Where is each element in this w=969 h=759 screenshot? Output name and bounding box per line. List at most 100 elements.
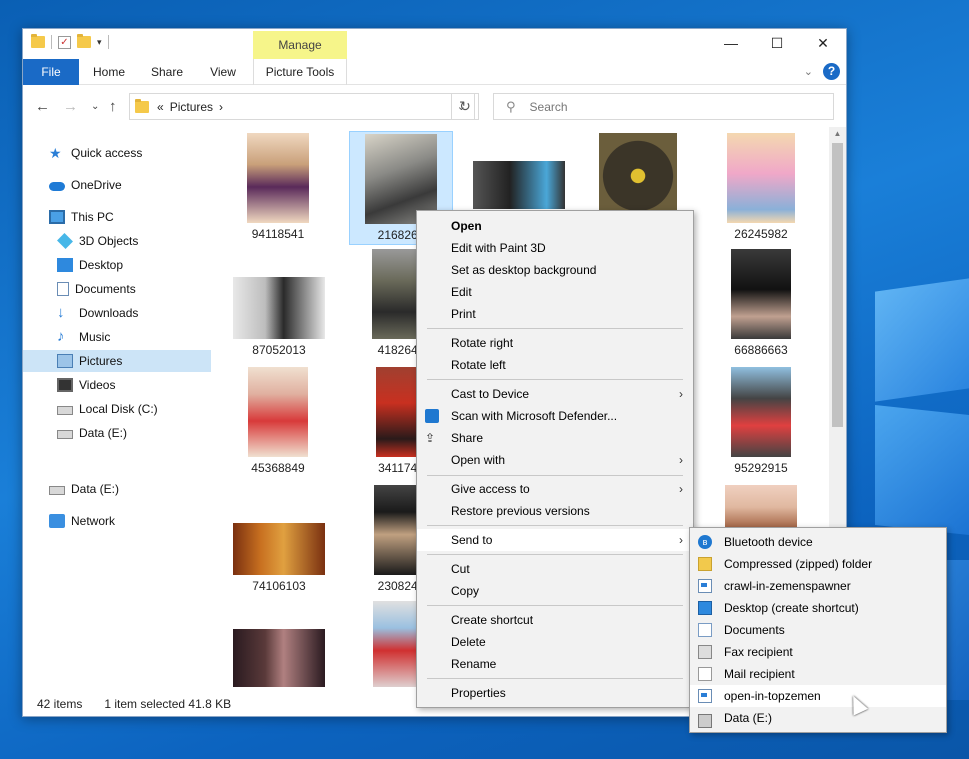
menu-item-properties[interactable]: Properties (417, 682, 693, 704)
address-bar[interactable]: « Pictures › ⌄ (129, 93, 475, 120)
file-name: 66886663 (734, 343, 788, 357)
sidebar-item-videos[interactable]: Videos (23, 374, 211, 396)
sidebar-item-data-e[interactable]: Data (E:) (23, 422, 211, 444)
file-item[interactable] (725, 485, 797, 533)
file-thumbnail (233, 277, 325, 339)
sidebar-item-3d-objects[interactable]: 3D Objects (23, 230, 211, 252)
menu-item-label: Fax recipient (724, 645, 793, 659)
breadcrumb-overflow[interactable]: « (157, 100, 164, 114)
back-arrow-icon[interactable]: ← (35, 98, 50, 115)
file-item[interactable]: 45368849 (245, 367, 311, 475)
file-item[interactable]: 26245982 (725, 133, 797, 241)
title-bar: ✓ ▾ Manage — ☐ ✕ (23, 29, 846, 59)
close-button[interactable]: ✕ (800, 29, 846, 57)
menu-item-cast-to-device[interactable]: Cast to Device › (417, 383, 693, 405)
sidebar-item-documents[interactable]: Documents (23, 278, 211, 300)
customize-toolbar-dropdown-icon[interactable]: ▾ (97, 37, 102, 48)
sidebar-item-data-e-root[interactable]: Data (E:) (23, 478, 211, 500)
menu-item-share[interactable]: ⇪ Share (417, 427, 693, 449)
help-icon[interactable]: ? (823, 63, 840, 80)
menu-item-restore-versions[interactable]: Restore previous versions (417, 500, 693, 522)
desktop-wallpaper-pane (875, 278, 969, 402)
menu-item-rotate-left[interactable]: Rotate left (417, 354, 693, 376)
send-to-mail[interactable]: Mail recipient (690, 663, 946, 685)
menu-item-label: Desktop (create shortcut) (724, 601, 859, 615)
minimize-button[interactable]: — (708, 29, 754, 57)
file-thumbnail (731, 249, 791, 339)
cube-icon (57, 233, 73, 249)
sidebar-item-downloads[interactable]: ↓ Downloads (23, 302, 211, 324)
breadcrumb-separator[interactable]: › (219, 100, 223, 114)
file-item[interactable] (599, 133, 677, 215)
menu-item-edit[interactable]: Edit (417, 281, 693, 303)
menu-item-send-to[interactable]: Send to › (417, 529, 693, 551)
sidebar-item-music[interactable]: ♪ Music (23, 326, 211, 348)
menu-item-give-access[interactable]: Give access to › (417, 478, 693, 500)
file-name: 74106103 (252, 579, 306, 593)
drive-icon (49, 486, 65, 495)
breadcrumb-pictures[interactable]: Pictures (170, 100, 213, 114)
file-item[interactable]: 74106103 (233, 523, 325, 593)
ribbon-right-controls: ⌄ ? (804, 63, 840, 80)
send-to-zip[interactable]: Compressed (zipped) folder (690, 553, 946, 575)
sidebar-item-desktop[interactable]: Desktop (23, 254, 211, 276)
sidebar-item-onedrive[interactable]: OneDrive (23, 174, 211, 196)
search-input[interactable]: ⚲ Search (493, 93, 834, 120)
file-item[interactable]: 66886663 (725, 249, 797, 357)
file-item[interactable]: 94118541 (245, 133, 311, 241)
scroll-up-icon[interactable]: ▲ (829, 129, 846, 138)
search-placeholder: Search (529, 99, 568, 114)
tab-home[interactable]: Home (85, 59, 133, 85)
sidebar-item-pictures[interactable]: Pictures (23, 350, 211, 372)
menu-item-scan-defender[interactable]: Scan with Microsoft Defender... (417, 405, 693, 427)
send-to-data-e[interactable]: Data (E:) (690, 707, 946, 729)
folder-icon (135, 98, 149, 113)
send-to-desktop[interactable]: Desktop (create shortcut) (690, 597, 946, 619)
file-thumbnail (233, 523, 325, 575)
sidebar-item-quick-access[interactable]: ★ Quick access (23, 142, 211, 164)
scrollbar-thumb[interactable] (832, 143, 843, 427)
file-item[interactable]: 87052013 (233, 277, 325, 357)
recent-locations-chevron-icon[interactable]: ⌄ (91, 101, 99, 112)
forward-arrow-icon[interactable]: → (63, 98, 78, 115)
app-shortcut-icon (698, 579, 712, 593)
file-thumbnail (248, 367, 308, 457)
send-to-bluetooth[interactable]: ʙ Bluetooth device (690, 531, 946, 553)
toolbar-separator (107, 35, 109, 49)
menu-item-set-desktop-background[interactable]: Set as desktop background (417, 259, 693, 281)
menu-item-create-shortcut[interactable]: Create shortcut (417, 609, 693, 631)
menu-item-edit-paint-3d[interactable]: Edit with Paint 3D (417, 237, 693, 259)
menu-item-rotate-right[interactable]: Rotate right (417, 332, 693, 354)
properties-icon[interactable]: ✓ (58, 35, 71, 49)
tab-share[interactable]: Share (143, 59, 191, 85)
sidebar-item-network[interactable]: Network (23, 510, 211, 532)
send-to-fax[interactable]: Fax recipient (690, 641, 946, 663)
selection-info: 1 item selected 41.8 KB (104, 697, 232, 711)
tab-file[interactable]: File (23, 59, 79, 85)
expand-ribbon-icon[interactable]: ⌄ (804, 65, 813, 78)
sidebar-item-this-pc[interactable]: This PC (23, 206, 211, 228)
new-folder-icon[interactable] (77, 34, 91, 48)
send-to-crawl-in-zemenspawner[interactable]: crawl-in-zemenspawner (690, 575, 946, 597)
tab-view[interactable]: View (199, 59, 247, 85)
manage-context-tab[interactable]: Manage (253, 31, 347, 59)
menu-item-label: Documents (724, 623, 785, 637)
menu-item-open-with[interactable]: Open with › (417, 449, 693, 471)
menu-item-label: Send to (451, 533, 493, 547)
menu-item-rename[interactable]: Rename (417, 653, 693, 675)
send-to-documents[interactable]: Documents (690, 619, 946, 641)
sidebar-item-local-disk-c[interactable]: Local Disk (C:) (23, 398, 211, 420)
menu-item-open[interactable]: Open (417, 215, 693, 237)
menu-item-print[interactable]: Print (417, 303, 693, 325)
file-item[interactable]: 95292915 (725, 367, 797, 475)
up-arrow-icon[interactable]: ↑ (109, 98, 117, 115)
file-item[interactable] (233, 629, 325, 687)
send-to-open-in-topzemen[interactable]: open-in-topzemen (690, 685, 946, 707)
file-item[interactable] (473, 161, 565, 213)
menu-item-copy[interactable]: Copy (417, 580, 693, 602)
menu-item-delete[interactable]: Delete (417, 631, 693, 653)
menu-item-cut[interactable]: Cut (417, 558, 693, 580)
maximize-button[interactable]: ☐ (754, 29, 800, 57)
refresh-button[interactable]: ↻ (451, 93, 479, 120)
tab-picture-tools[interactable]: Picture Tools (253, 59, 347, 85)
